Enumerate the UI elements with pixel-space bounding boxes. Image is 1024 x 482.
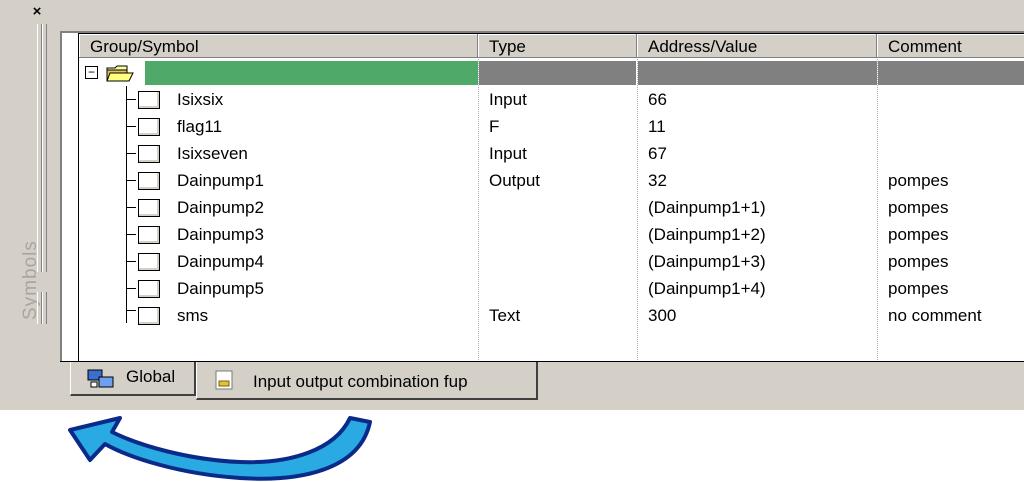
table-row[interactable]: Isixseven Input 67 bbox=[79, 140, 1024, 167]
column-header-group-symbol[interactable]: Group/Symbol bbox=[79, 34, 478, 58]
symbols-panel: × Symbols Group/Symbol Type Address/Valu… bbox=[0, 0, 1024, 410]
symbol-name: Dainpump2 bbox=[177, 198, 264, 217]
symbol-name: Dainpump1 bbox=[177, 171, 264, 190]
symbol-name: Dainpump3 bbox=[177, 225, 264, 244]
symbol-name: Isixseven bbox=[177, 144, 248, 163]
tab-global[interactable]: Global bbox=[70, 362, 196, 396]
tab-label: Global bbox=[126, 367, 176, 386]
symbol-comment: pompes bbox=[888, 171, 949, 190]
symbol-name: Dainpump4 bbox=[177, 252, 264, 271]
symbol-address: 32 bbox=[648, 171, 667, 190]
tree-branch bbox=[126, 261, 136, 262]
symbol-comment: pompes bbox=[888, 279, 949, 298]
symbol-address: (Dainpump1+4) bbox=[648, 279, 766, 298]
curved-arrow-icon bbox=[68, 416, 372, 481]
tree-branch bbox=[126, 310, 136, 311]
close-panel-button[interactable]: × bbox=[28, 4, 46, 20]
symbol-icon bbox=[138, 118, 160, 136]
table-row[interactable]: sms Text 300 no comment bbox=[79, 302, 1024, 329]
symbol-name: sms bbox=[177, 306, 209, 325]
symbol-type: Output bbox=[489, 171, 541, 190]
tree-branch bbox=[126, 234, 136, 235]
open-folder-icon bbox=[106, 65, 134, 82]
table-row[interactable]: Dainpump1 Output 32 pompes bbox=[79, 167, 1024, 194]
fup-document-icon bbox=[215, 370, 233, 390]
tree-branch bbox=[126, 207, 136, 208]
root-type-cell bbox=[479, 61, 636, 85]
tree-branch bbox=[126, 153, 136, 154]
symbol-address: (Dainpump1+1) bbox=[648, 198, 766, 217]
symbol-icon bbox=[138, 199, 160, 217]
tree-branch bbox=[126, 180, 136, 181]
symbol-name: Dainpump5 bbox=[177, 279, 264, 298]
table-row[interactable]: Dainpump2 (Dainpump1+1) pompes bbox=[79, 194, 1024, 221]
column-header-comment[interactable]: Comment bbox=[877, 34, 1024, 58]
symbol-address: 11 bbox=[648, 117, 666, 136]
symbol-comment: no comment bbox=[888, 306, 982, 325]
symbol-icon bbox=[138, 280, 160, 298]
symbol-address: (Dainpump1+2) bbox=[648, 225, 766, 244]
collapse-toggle-icon[interactable]: − bbox=[85, 66, 98, 79]
tree-branch bbox=[126, 126, 136, 127]
column-header-address-value[interactable]: Address/Value bbox=[637, 34, 877, 58]
symbol-address: (Dainpump1+3) bbox=[648, 252, 766, 271]
table-row[interactable]: Isixsix Input 66 bbox=[79, 86, 1024, 113]
symbol-comment: pompes bbox=[888, 198, 949, 217]
symbol-icon bbox=[138, 307, 160, 325]
root-selection-highlight bbox=[145, 61, 478, 85]
symbol-type: Input bbox=[489, 144, 527, 163]
symbol-type bbox=[478, 194, 637, 221]
panel-grip[interactable] bbox=[42, 24, 47, 272]
table-row[interactable]: flag11 F 11 bbox=[79, 113, 1024, 140]
symbol-address: 300 bbox=[648, 306, 677, 325]
tree-branch bbox=[126, 288, 136, 289]
root-comment-cell bbox=[878, 61, 1024, 85]
symbol-icon bbox=[138, 172, 160, 190]
tree-branch bbox=[126, 99, 136, 100]
symbol-comment bbox=[877, 113, 1024, 140]
symbol-comment bbox=[877, 140, 1024, 167]
symbol-comment: pompes bbox=[888, 252, 949, 271]
tab-label: Input output combination fup bbox=[253, 372, 468, 391]
global-symbols-icon bbox=[87, 369, 114, 388]
symbol-name: Isixsix bbox=[177, 90, 224, 109]
symbol-icon bbox=[138, 253, 160, 271]
panel-grip-lower bbox=[42, 292, 47, 324]
symbol-type bbox=[478, 221, 637, 248]
symbol-type: F bbox=[489, 117, 500, 136]
column-header-type[interactable]: Type bbox=[478, 34, 637, 58]
symbol-icon bbox=[138, 91, 160, 109]
symbol-type: Input bbox=[489, 90, 527, 109]
symbol-name: flag11 bbox=[177, 117, 223, 136]
symbol-address: 67 bbox=[648, 144, 667, 163]
symbol-type bbox=[478, 248, 637, 275]
symbol-icon bbox=[138, 226, 160, 244]
table-row[interactable]: Dainpump5 (Dainpump1+4) pompes bbox=[79, 275, 1024, 302]
tab-input-output-combination-fup[interactable]: Input output combination fup bbox=[196, 362, 538, 400]
tree-root-row[interactable]: − bbox=[79, 59, 1024, 86]
table-row[interactable]: Dainpump3 (Dainpump1+2) pompes bbox=[79, 221, 1024, 248]
table-row[interactable]: Dainpump4 (Dainpump1+3) pompes bbox=[79, 248, 1024, 275]
symbol-table: Group/Symbol Type Address/Value Comment … bbox=[60, 31, 1024, 364]
symbol-address: 66 bbox=[648, 90, 667, 109]
symbol-comment bbox=[877, 86, 1024, 113]
root-address-cell bbox=[638, 61, 877, 85]
symbol-type bbox=[478, 275, 637, 302]
symbol-comment: pompes bbox=[888, 225, 949, 244]
symbol-type: Text bbox=[489, 306, 521, 325]
symbol-icon bbox=[138, 145, 160, 163]
